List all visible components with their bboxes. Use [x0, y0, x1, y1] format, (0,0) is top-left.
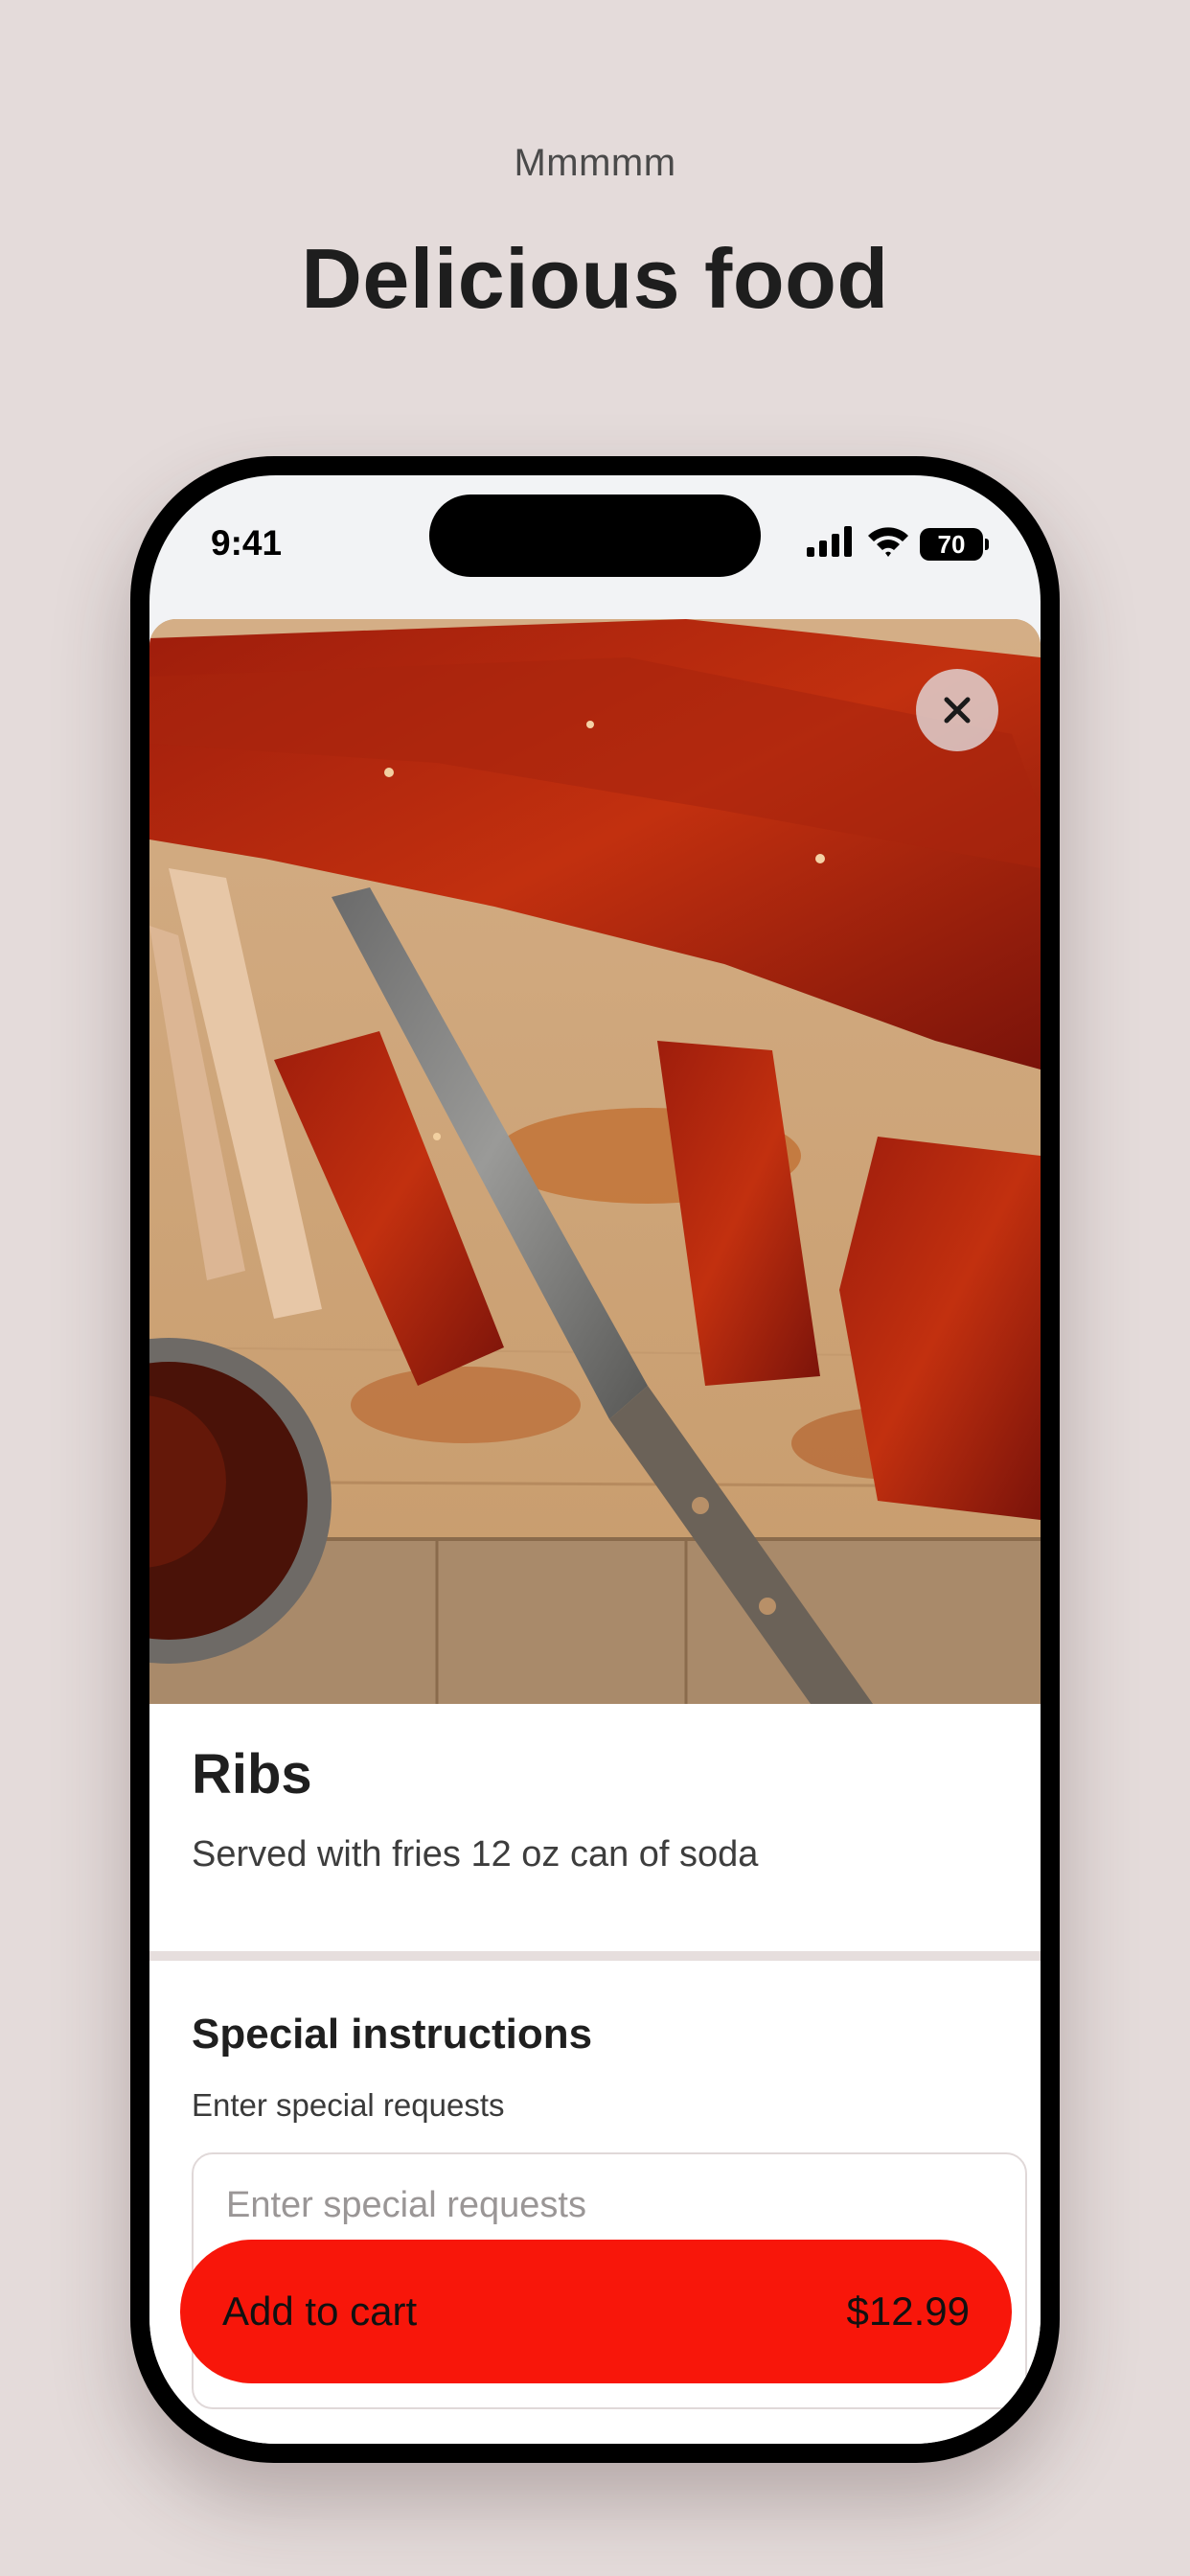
item-detail-sheet: Ribs Served with fries 12 oz can of soda… — [149, 619, 1041, 2444]
close-icon — [941, 694, 973, 726]
item-description: Served with fries 12 oz can of soda — [192, 1834, 759, 1874]
item-name: Ribs — [192, 1743, 312, 1806]
add-to-cart-label: Add to cart — [222, 2288, 418, 2334]
dynamic-island — [429, 494, 761, 577]
special-instructions-label: Enter special requests — [192, 2087, 505, 2123]
page-headline: Delicious food — [301, 231, 889, 326]
status-icons: 70 — [807, 525, 989, 563]
status-time: 9:41 — [211, 523, 283, 563]
status-bar: 9:41 70 — [149, 475, 1041, 619]
phone-screen: 9:41 70 Ribs Served with fries 12 oz can… — [149, 475, 1041, 2444]
cellular-signal-icon — [807, 526, 857, 562]
ribs-photo — [149, 619, 1041, 1704]
close-button[interactable] — [916, 669, 998, 751]
cart-price: $12.99 — [846, 2288, 970, 2334]
add-to-cart-button[interactable]: Add to cart $12.99 — [180, 2240, 1012, 2383]
phone-frame: 9:41 70 Ribs Served with fries 12 oz can… — [130, 456, 1060, 2463]
special-instructions-title: Special instructions — [192, 2011, 593, 2058]
eyebrow-text: Mmmmm — [514, 142, 676, 184]
battery-icon: 70 — [920, 527, 989, 561]
wifi-icon — [866, 525, 910, 563]
section-divider — [149, 1951, 1041, 1961]
